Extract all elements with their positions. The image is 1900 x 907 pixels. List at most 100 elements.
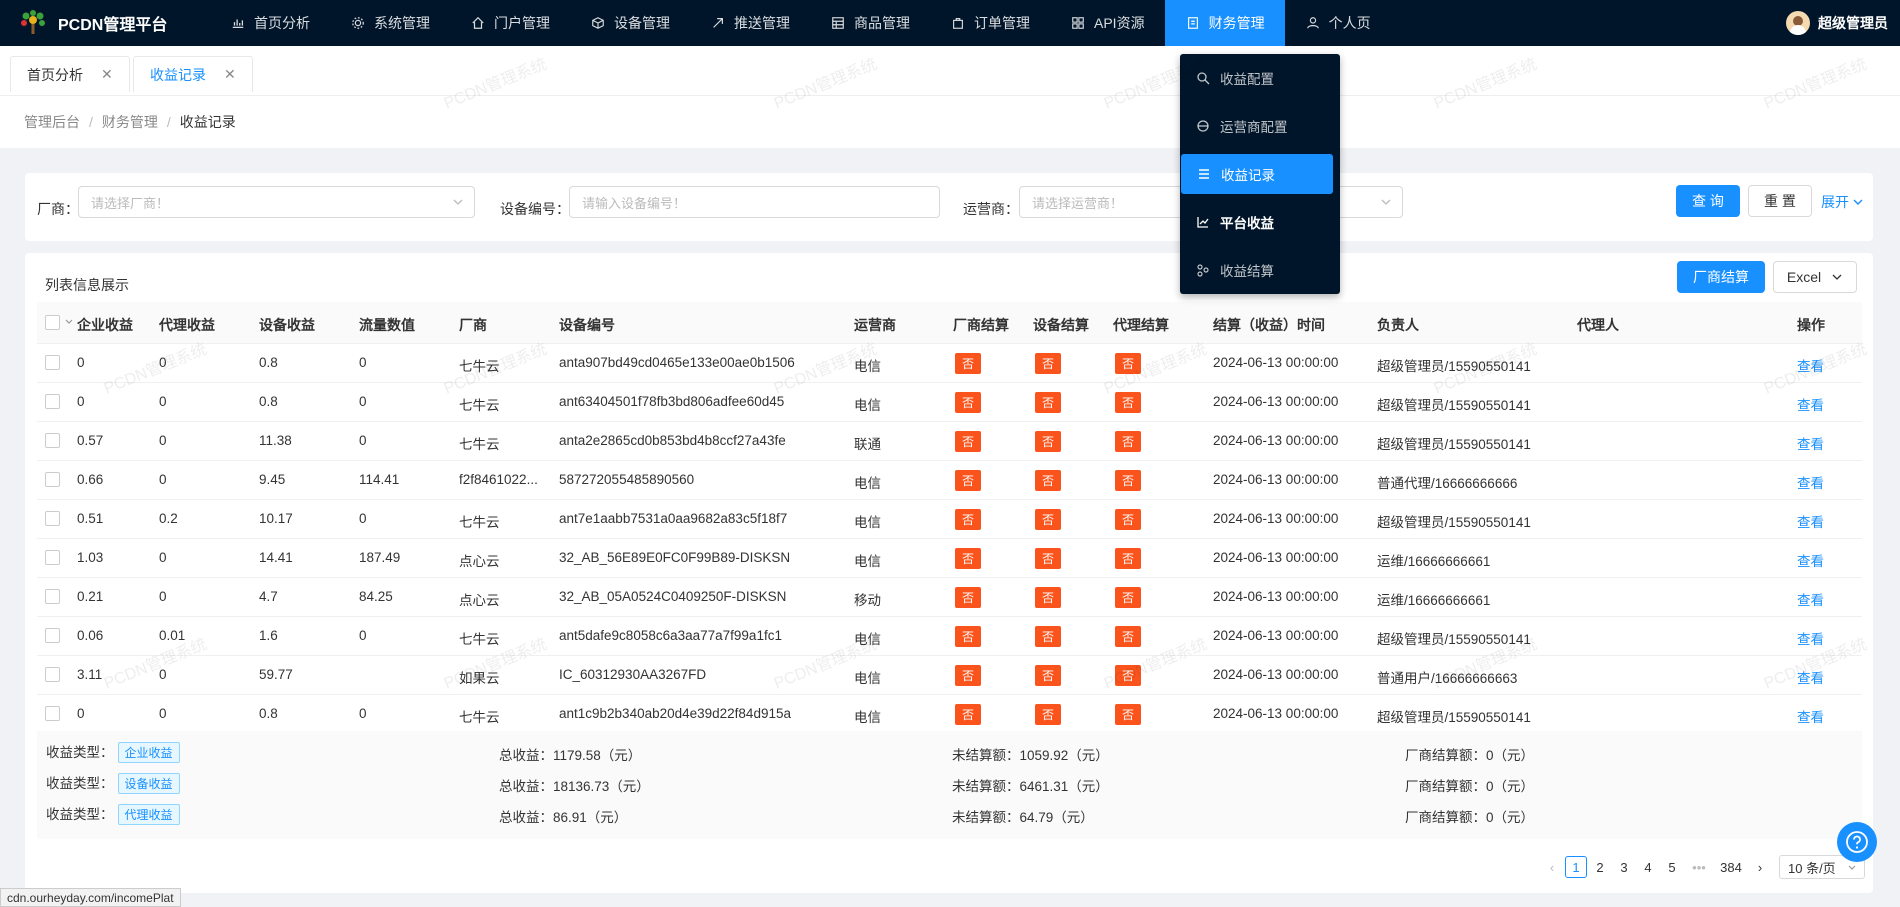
nav-item-4[interactable]: 推送管理 [690,0,810,46]
table-cell: 2024-06-13 00:00:00 [1213,355,1339,370]
breadcrumb-item[interactable]: 财务管理 [102,112,158,132]
filter-panel: 厂商： 请选择厂商！ 设备编号： 请输入设备编号！ 运营商： 请选择运营商！ 查… [25,173,1873,241]
table-header: 企业收益 代理收益 设备收益 流量数值 厂商 设备编号 运营商 厂商结算 设备结算 代理结算 结算（… [37,302,1862,344]
nav-item-3[interactable]: 设备管理 [570,0,690,46]
dropdown-label: 收益结算 [1220,264,1274,279]
nav-item-9[interactable]: 个人页 [1285,0,1391,46]
nav-label: 首页分析 [254,15,310,31]
tab-home-analysis[interactable]: 首页分析 ✕ [10,56,130,92]
dropdown-item-2[interactable]: 收益记录 [1181,154,1333,194]
nav-item-1[interactable]: 系统管理 [330,0,450,46]
row-checkbox[interactable] [45,394,60,409]
user-menu[interactable]: 超级管理员 [1786,0,1888,46]
page-number[interactable]: 5 [1661,856,1683,878]
help-button[interactable] [1837,822,1877,862]
table-cell: 七牛云 [459,515,500,530]
row-checkbox[interactable] [45,472,60,487]
row-checkbox[interactable] [45,550,60,565]
table-cell: 0 [359,628,367,643]
table-cell: 电信 [854,515,881,530]
table-cell: 电信 [854,476,881,491]
logo[interactable]: PCDN管理平台 [0,0,210,46]
nav-label: 系统管理 [374,15,430,31]
nav-item-2[interactable]: 门户管理 [450,0,570,46]
row-checkbox[interactable] [45,667,60,682]
vendor-settle-button[interactable]: 厂商结算 [1677,261,1765,293]
dropdown-item-3[interactable]: 平台收益 [1180,202,1340,242]
view-link[interactable]: 查看 [1797,355,1824,375]
summary-type: 收益类型： 企业收益 [46,741,180,763]
user-avatar [1786,11,1810,35]
view-link[interactable]: 查看 [1797,511,1824,531]
close-icon[interactable]: ✕ [101,66,113,83]
table-cell: 0.21 [77,589,104,604]
table-cell: 0.8 [259,355,278,370]
table-cell: 4.7 [259,589,278,604]
device-input[interactable]: 请输入设备编号！ [569,186,940,218]
view-link[interactable]: 查看 [1797,550,1824,570]
query-button[interactable]: 查 询 [1676,185,1740,217]
settle-status-tag: 否 [1115,431,1141,452]
view-link[interactable]: 查看 [1797,589,1824,609]
vendor-select[interactable]: 请选择厂商！ [78,186,475,218]
close-icon[interactable]: ✕ [224,66,236,83]
row-checkbox[interactable] [45,433,60,448]
expand-link[interactable]: 展开 [1821,192,1864,212]
table-cell: 114.41 [359,472,400,487]
dropdown-item-4[interactable]: 收益结算 [1180,250,1340,290]
page-number[interactable]: 3 [1613,856,1635,878]
table-cell: 1.03 [77,550,104,565]
settle-status-tag: 否 [1035,431,1061,452]
breadcrumb-item[interactable]: 管理后台 [24,112,80,132]
operator-placeholder: 请选择运营商！ [1032,195,1124,211]
view-link[interactable]: 查看 [1797,394,1824,414]
row-checkbox[interactable] [45,355,60,370]
view-link[interactable]: 查看 [1797,706,1824,726]
type-label: 收益类型： [46,745,114,760]
table-cell: 超级管理员/15590550141 [1377,398,1531,413]
row-checkbox[interactable] [45,589,60,604]
nav-item-0[interactable]: 首页分析 [210,0,330,46]
table-cell: 0 [359,511,367,526]
excel-label: Excel [1786,269,1822,285]
nav-item-7[interactable]: API资源 [1050,0,1165,46]
select-all-checkbox[interactable] [45,315,60,330]
table-row: 0.57 0 11.38 0 七牛云 anta2e2865cd0b853bd4b8ccf2… [37,422,1862,461]
view-link[interactable]: 查看 [1797,628,1824,648]
row-checkbox[interactable] [45,706,60,721]
table-cell: 0 [359,394,367,409]
view-link[interactable]: 查看 [1797,472,1824,492]
column-header: 厂商结算 [953,317,1009,333]
page-number[interactable]: 1 [1565,856,1587,878]
next-page-icon[interactable]: › [1749,856,1771,878]
view-link[interactable]: 查看 [1797,433,1824,453]
tree-logo-icon [18,8,48,38]
prev-page-icon[interactable]: ‹ [1541,856,1563,878]
page-number[interactable]: 384 [1715,856,1747,878]
table-cell: 电信 [854,671,881,686]
tab-income-records[interactable]: 收益记录 ✕ [133,56,253,92]
dropdown-item-1[interactable]: 运营商配置 [1180,106,1340,146]
nav-item-6[interactable]: 订单管理 [930,0,1050,46]
page-number[interactable]: 2 [1589,856,1611,878]
page-ellipsis[interactable]: ••• [1685,856,1713,878]
reset-button[interactable]: 重 置 [1748,185,1812,217]
page-number[interactable]: 4 [1637,856,1659,878]
expand-label: 展开 [1821,194,1849,210]
row-checkbox[interactable] [45,511,60,526]
dropdown-item-0[interactable]: 收益配置 [1180,58,1340,98]
table-row: 0.06 0.01 1.6 0 七牛云 ant5dafe9c8058c6a3aa77a7f… [37,617,1862,656]
table-cell: 七牛云 [459,398,500,413]
nav-item-5[interactable]: 商品管理 [810,0,930,46]
table-cell: 0 [159,433,167,448]
summary-unsettled: 未结算额：6461.31（元） [952,779,1109,794]
view-link[interactable]: 查看 [1797,667,1824,687]
nav-label: 订单管理 [974,15,1030,31]
column-header: 设备结算 [1033,317,1089,333]
nav-item-8[interactable]: 财务管理 [1164,0,1285,46]
excel-dropdown[interactable]: Excel [1773,261,1857,293]
chevron-down-icon [1832,274,1842,280]
chevron-down-icon[interactable] [64,317,74,327]
row-checkbox[interactable] [45,628,60,643]
settle-status-tag: 否 [1115,704,1141,725]
